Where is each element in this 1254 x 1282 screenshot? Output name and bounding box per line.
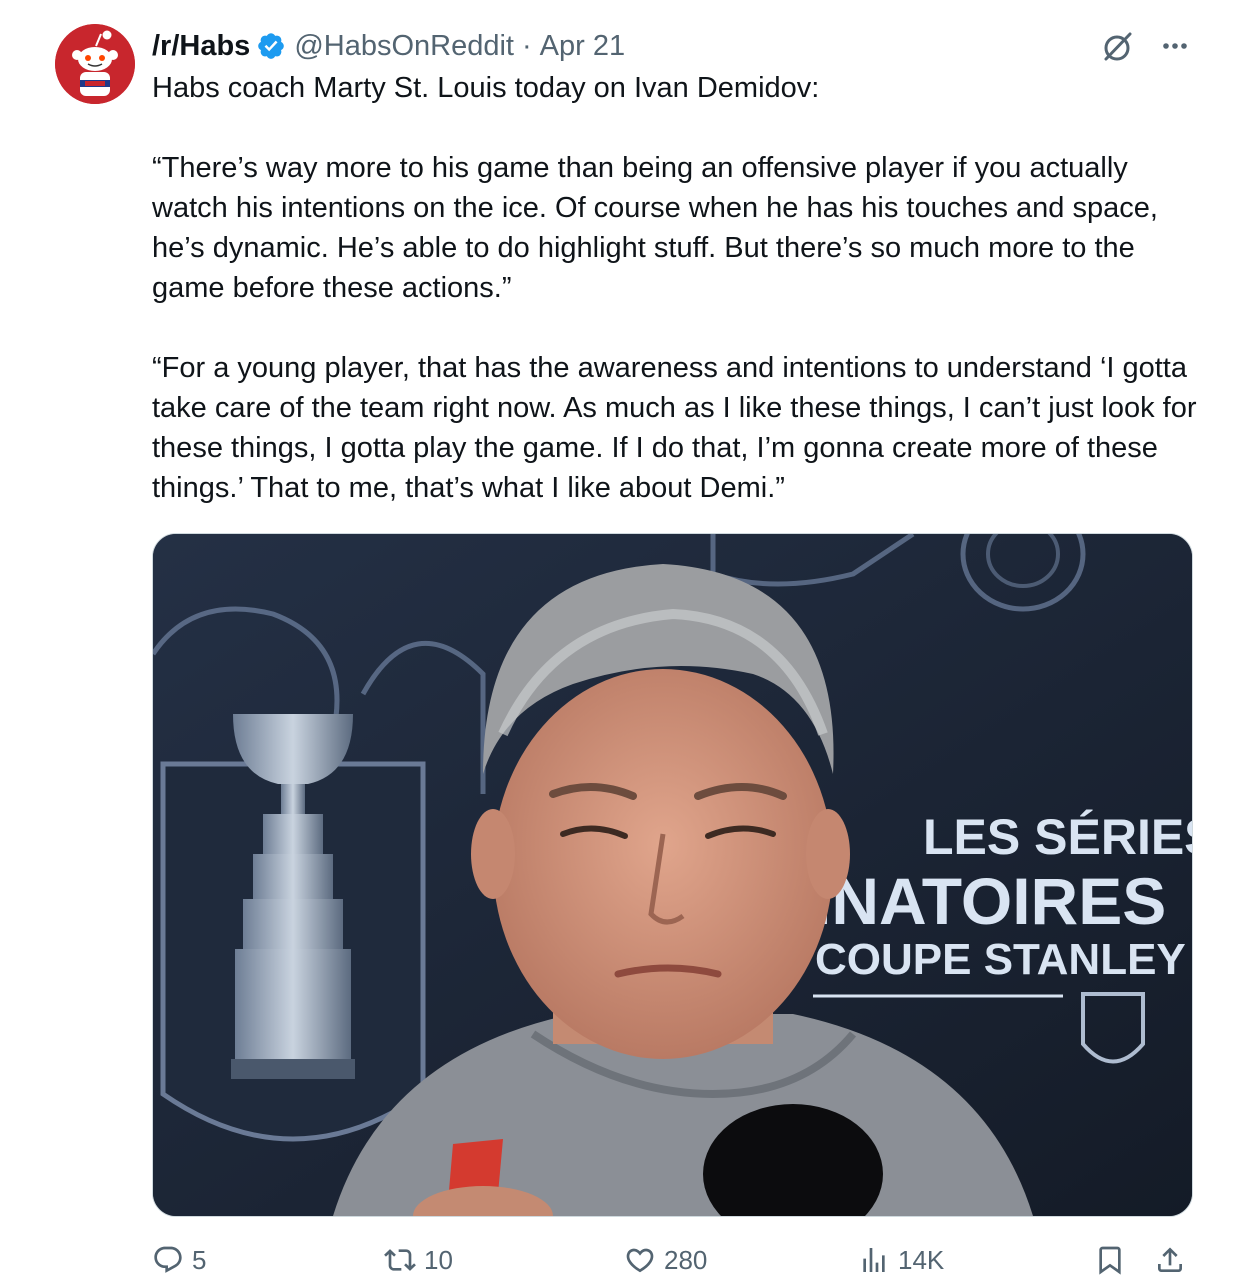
more-options-icon[interactable]	[1155, 26, 1195, 66]
repost-button[interactable]: 10	[384, 1238, 453, 1282]
share-button[interactable]	[1154, 1238, 1186, 1282]
tweet-paragraph: Habs coach Marty St. Louis today on Ivan…	[152, 72, 820, 104]
reply-button[interactable]: 5	[152, 1238, 206, 1282]
like-button[interactable]: 280	[624, 1238, 707, 1282]
tweet-photo[interactable]: LES SÉRIES INATOIRES COUPE STANLEY	[152, 533, 1193, 1217]
views-count: 14K	[898, 1244, 945, 1275]
display-name[interactable]: /r/Habs	[152, 26, 250, 66]
heart-icon	[626, 1248, 654, 1273]
backdrop-text-line2: INATOIRES	[813, 864, 1166, 938]
action-bar: 5 10 280 14K	[152, 1238, 1197, 1282]
post-date[interactable]: Apr 21	[540, 26, 625, 66]
reply-count: 5	[192, 1244, 207, 1275]
backdrop-text-line3: COUPE STANLEY	[815, 935, 1186, 984]
handle[interactable]: @HabsOnReddit	[294, 26, 514, 66]
views-button[interactable]: 14K	[858, 1238, 944, 1282]
tweet-paragraph: “There’s way more to his game than being…	[152, 152, 1158, 304]
tweet-paragraph: “For a young player, that has the awaren…	[152, 352, 1197, 504]
like-count: 280	[664, 1244, 708, 1275]
separator-dot: ·	[521, 30, 532, 62]
tweet-header: /r/Habs @HabsOnReddit · Apr 21	[152, 26, 625, 66]
grok-icon[interactable]	[1097, 26, 1137, 66]
reply-icon	[154, 1246, 182, 1273]
reddit-snoo-habs-avatar[interactable]	[55, 24, 135, 104]
repost-count: 10	[424, 1244, 453, 1275]
backdrop-text-line1: LES SÉRIES	[923, 809, 1192, 865]
views-chart-icon	[863, 1248, 885, 1272]
tweet-text: Habs coach Marty St. Louis today on Ivan…	[152, 68, 1197, 508]
repost-icon	[384, 1249, 416, 1271]
verified-badge-icon	[256, 31, 286, 61]
bookmark-icon	[1099, 1246, 1121, 1275]
tweet-card: /r/Habs @HabsOnReddit · Apr 21 Habs coac…	[0, 0, 1254, 1282]
bookmark-button[interactable]	[1094, 1238, 1126, 1282]
share-icon	[1158, 1247, 1182, 1272]
